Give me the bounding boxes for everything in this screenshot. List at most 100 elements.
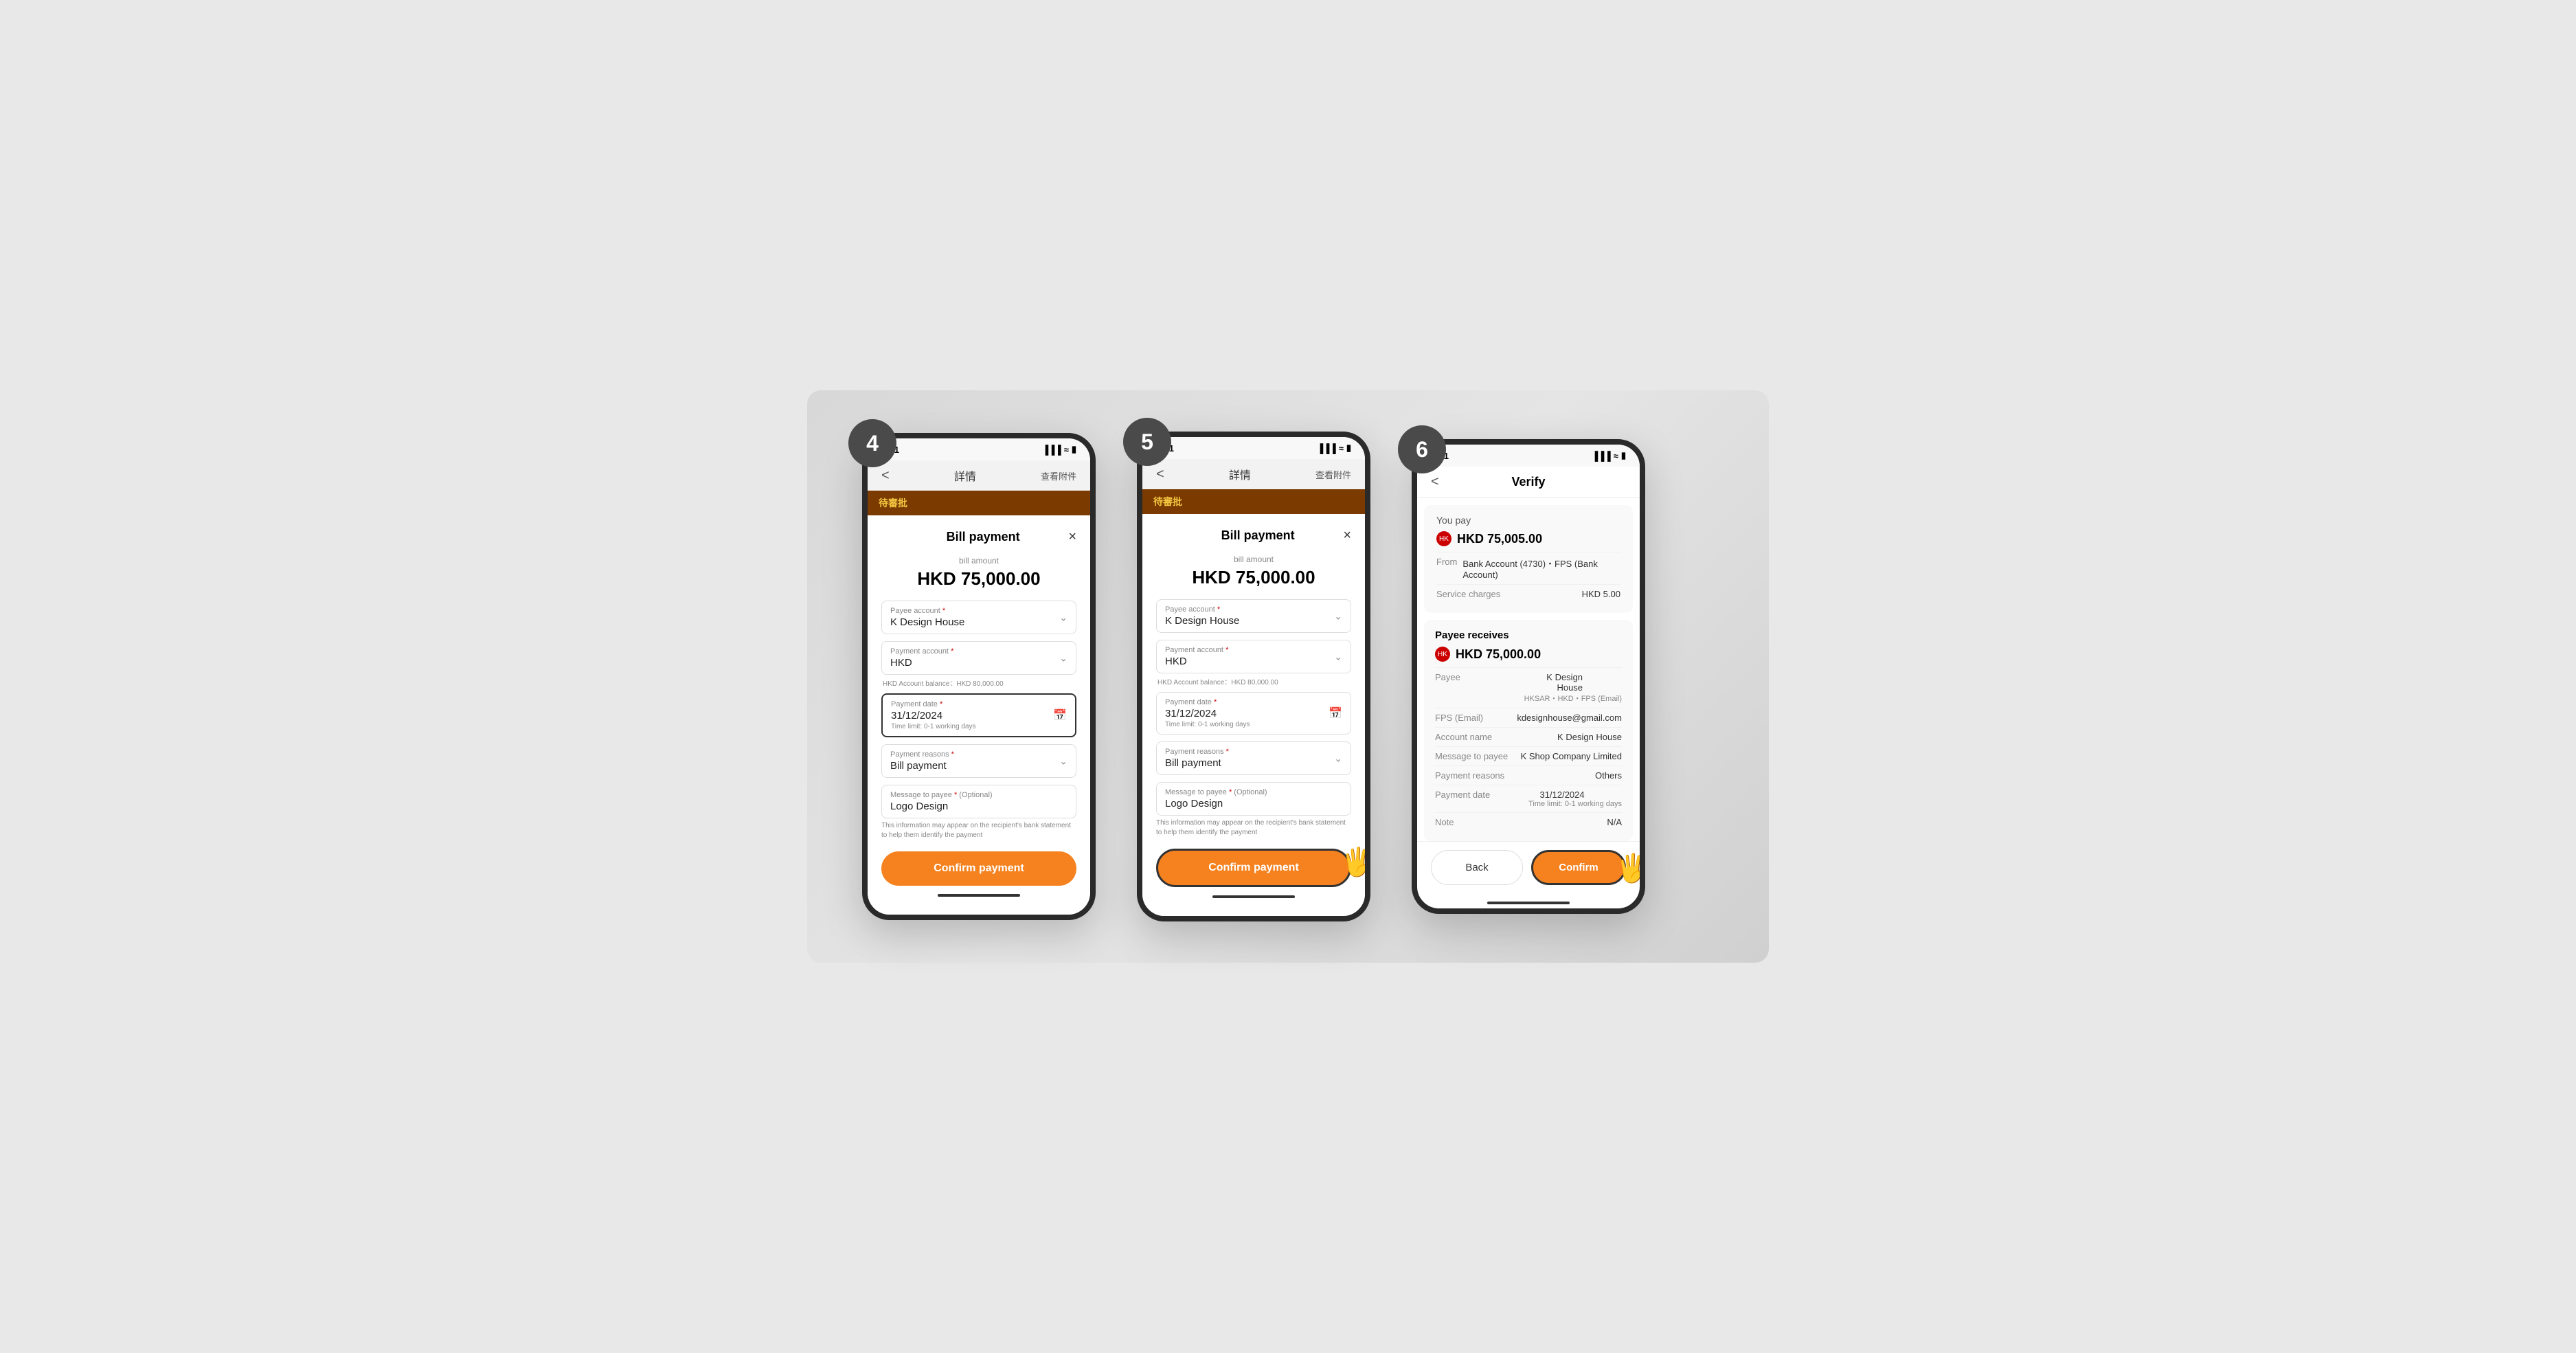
payment-account-label-4: Payment account * — [890, 647, 1067, 656]
close-btn-4[interactable]: × — [1068, 529, 1076, 545]
chevron-down-icon-reasons-5: ⌄ — [1334, 752, 1342, 764]
step-5-badge: 5 — [1123, 418, 1171, 466]
from-value-6: Bank Account (4730)・FPS (Bank Account) — [1462, 557, 1620, 580]
nav-action-4[interactable]: 查看附件 — [1041, 469, 1076, 482]
signal-icon-6: ▐▐▐ — [1592, 451, 1611, 461]
note-value-6: N/A — [1607, 817, 1622, 827]
message-label-5: Message to payee * (Optional) — [1165, 788, 1342, 796]
msg-payee-label-6: Message to payee — [1435, 751, 1508, 761]
message-field-5[interactable]: Message to payee * (Optional) Logo Desig… — [1156, 782, 1351, 816]
balance-hint-5: HKD Account balance：HKD 80,000.00 — [1156, 676, 1351, 686]
bill-amount-value-4: HKD 75,000.00 — [881, 568, 1076, 590]
payment-reasons-field-4[interactable]: Payment reasons * Bill payment ⌄ — [881, 744, 1076, 778]
hkd-flag-you-pay-6: HK — [1436, 531, 1451, 546]
message-value-4: Logo Design — [890, 801, 1067, 812]
wifi-icon-6: ≈ — [1614, 451, 1618, 461]
cursor-icon-5: 🖐 — [1341, 846, 1370, 878]
payment-date-field-5[interactable]: Payment date * 31/12/2024 Time limit: 0-… — [1156, 692, 1351, 735]
battery-icon-5: ▮ — [1346, 443, 1351, 454]
service-charges-row-6: Service charges HKD 5.00 — [1436, 584, 1620, 603]
payment-account-field-5[interactable]: Payment account * HKD ⌄ — [1156, 640, 1351, 673]
payment-reasons-label-5: Payment reasons * — [1165, 748, 1342, 756]
pending-banner-4: 待審批 — [868, 491, 1090, 515]
verify-nav-6: < Verify — [1417, 467, 1640, 498]
cursor-icon-6: 🖐 — [1616, 852, 1645, 884]
step-4-phone: 9:41 ▐▐▐ ≈ ▮ < 詳情 查看附件 待審批 Bill payment — [862, 433, 1096, 920]
nav-back-4[interactable]: < — [881, 468, 890, 484]
verify-actions-6: Back Confirm — [1417, 841, 1640, 893]
nav-back-5[interactable]: < — [1156, 467, 1164, 482]
you-pay-title-6: You pay — [1436, 515, 1620, 526]
verify-title-6: Verify — [1511, 475, 1545, 489]
verify-back-btn-6[interactable]: < — [1431, 474, 1439, 490]
home-indicator-5 — [1212, 895, 1295, 898]
payment-date-field-4[interactable]: Payment date * 31/12/2024 Time limit: 0-… — [881, 693, 1076, 737]
wifi-icon-4: ≈ — [1064, 445, 1069, 455]
nav-action-5[interactable]: 查看附件 — [1315, 468, 1351, 481]
msg-payee-value-6: K Shop Company Limited — [1521, 751, 1622, 761]
signal-icon-5: ▐▐▐ — [1317, 443, 1336, 454]
calendar-icon-4: 📅 — [1053, 708, 1067, 722]
payment-reasons-value-5: Bill payment — [1165, 757, 1342, 769]
hkd-flag-payee-6: HK — [1435, 647, 1450, 662]
payee-account-field-4[interactable]: Payee account * K Design House ⌄ — [881, 601, 1076, 634]
payee-sub-0-6: HKSAR・HKD・FPS (Email) — [1524, 693, 1622, 704]
confirm-payment-btn-4[interactable]: Confirm payment — [881, 851, 1076, 886]
payment-reasons-label-4: Payment reasons * — [890, 750, 1067, 759]
message-value-5: Logo Design — [1165, 798, 1342, 809]
back-btn-6[interactable]: Back — [1431, 850, 1523, 885]
payment-reasons-label-6: Payment reasons — [1435, 770, 1504, 781]
message-field-4[interactable]: Message to payee * (Optional) Logo Desig… — [881, 785, 1076, 818]
you-pay-section-6: You pay HK HKD 75,005.00 From Bank Accou… — [1424, 505, 1633, 613]
service-charges-value-6: HKD 5.00 — [1582, 589, 1620, 599]
payment-date-label-6: Payment date — [1435, 790, 1490, 800]
you-pay-amount-row-6: HK HKD 75,005.00 — [1436, 531, 1620, 546]
you-pay-amount-6: HKD 75,005.00 — [1457, 532, 1542, 546]
payee-account-label-4: Payee account * — [890, 607, 1067, 615]
modal-header-4: Bill payment × — [881, 529, 1076, 545]
account-name-row-6: Account name K Design House — [1435, 727, 1622, 746]
payment-account-value-5: HKD — [1165, 656, 1342, 667]
tutorial-wrapper: 4 9:41 ▐▐▐ ≈ ▮ < 詳情 查看附件 待審批 — [807, 390, 1769, 963]
payee-account-field-5[interactable]: Payee account * K Design House ⌄ — [1156, 599, 1351, 633]
payment-account-label-5: Payment account * — [1165, 646, 1342, 654]
note-label-6: Note — [1435, 817, 1454, 827]
payee-value-0-6: K Design House — [1524, 672, 1583, 693]
payment-account-field-4[interactable]: Payment account * HKD ⌄ — [881, 641, 1076, 675]
pending-banner-5: 待審批 — [1142, 489, 1365, 514]
home-indicator-6 — [1487, 902, 1570, 904]
confirm-payment-btn-5[interactable]: Confirm payment — [1156, 849, 1351, 887]
bill-amount-value-5: HKD 75,000.00 — [1156, 567, 1351, 588]
payment-reasons-field-5[interactable]: Payment reasons * Bill payment ⌄ — [1156, 741, 1351, 775]
bill-amount-label-4: bill amount — [881, 556, 1076, 566]
confirm-btn-6[interactable]: Confirm — [1531, 850, 1626, 885]
payee-label-0-6: Payee — [1435, 672, 1460, 682]
step-6-container: 6 9:41 ▐▐▐ ≈ ▮ < Verify You pay HK — [1412, 439, 1645, 914]
modal-header-5: Bill payment × — [1156, 528, 1351, 544]
fps-label-6: FPS (Email) — [1435, 713, 1483, 723]
note-row-6: Note N/A — [1435, 812, 1622, 831]
balance-hint-4: HKD Account balance：HKD 80,000.00 — [881, 678, 1076, 688]
status-icons-6: ▐▐▐ ≈ ▮ — [1592, 450, 1626, 461]
status-icons-4: ▐▐▐ ≈ ▮ — [1042, 444, 1076, 455]
home-indicator-4 — [938, 894, 1020, 897]
msg-payee-row-6: Message to payee K Shop Company Limited — [1435, 746, 1622, 765]
message-label-4: Message to payee * (Optional) — [890, 791, 1067, 799]
time-limit-4: Time limit: 0-1 working days — [891, 723, 1067, 730]
payee-account-label-5: Payee account * — [1165, 605, 1342, 614]
payee-receives-section-6: Payee receives HK HKD 75,000.00 Payee K … — [1424, 620, 1633, 841]
close-btn-5[interactable]: × — [1343, 528, 1351, 544]
chevron-down-icon-payment-4: ⌄ — [1059, 652, 1067, 664]
bill-amount-label-5: bill amount — [1156, 555, 1351, 564]
signal-icon-4: ▐▐▐ — [1042, 445, 1061, 455]
status-icons-5: ▐▐▐ ≈ ▮ — [1317, 443, 1351, 454]
payee-amount-6: HKD 75,000.00 — [1456, 647, 1541, 662]
payment-date-label-4: Payment date * — [891, 700, 1067, 708]
chevron-down-icon-payee-4: ⌄ — [1059, 612, 1067, 623]
payment-account-value-4: HKD — [890, 657, 1067, 669]
nav-bar-5: < 詳情 查看附件 — [1142, 459, 1365, 489]
wifi-icon-5: ≈ — [1339, 443, 1344, 454]
step-5-container: 5 9:41 ▐▐▐ ≈ ▮ < 詳情 查看附件 待審批 — [1137, 432, 1370, 921]
status-bar-6: 9:41 ▐▐▐ ≈ ▮ — [1417, 445, 1640, 467]
message-hint-4: This information may appear on the recip… — [881, 821, 1076, 840]
